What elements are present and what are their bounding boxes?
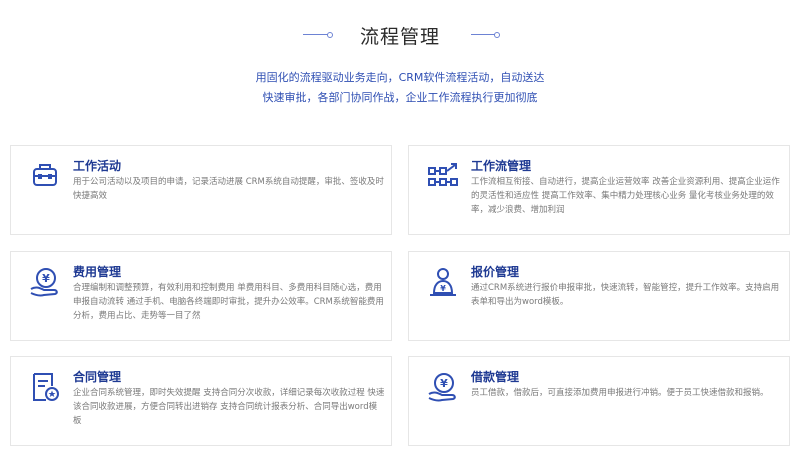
svg-text:¥: ¥ — [440, 284, 446, 293]
yen-hand-icon: ¥ — [426, 370, 460, 404]
card-contract-management[interactable]: 合同管理 企业合同系统管理，即时失效提醒 支持合同分次收款，详细记录每次收款过程… — [10, 356, 392, 446]
card-title: 报价管理 — [471, 265, 520, 279]
card-work-activity[interactable]: 工作活动 用于公司活动以及项目的申请，记录活动进展 CRM系统自动提醒，审批、签… — [10, 145, 392, 235]
section-header: 流程管理 — [0, 22, 800, 52]
card-title: 合同管理 — [73, 370, 122, 384]
card-quote-management[interactable]: ¥ 报价管理 通过CRM系统进行报价申报审批，快速流转，智能管控，提升工作效率。… — [408, 251, 790, 341]
process-management-section: 流程管理 用固化的流程驱动业务走向，CRM软件流程活动，自动送达 快速审批，各部… — [0, 0, 800, 472]
card-workflow-management[interactable]: 工作流管理 工作流相互衔接、自动进行，提高企业运营效率 改善企业资源利用、提高企… — [408, 145, 790, 235]
card-description: 合理编制和调整预算，有效利用和控制费用 单费用科目、多费用科目随心选，费用申报自… — [73, 283, 384, 321]
section-title: 流程管理 — [359, 26, 440, 48]
quote-person-icon: ¥ — [426, 265, 460, 299]
card-loan-management[interactable]: ¥ 借款管理 员工借款，借款后，可直接添加费用申报进行冲销。便于员工快速借款和报… — [408, 356, 790, 446]
contract-icon — [28, 370, 62, 404]
card-description: 企业合同系统管理，即时失效提醒 支持合同分次收款，详细记录每次收款过程 快速该合… — [73, 388, 385, 426]
svg-text:¥: ¥ — [42, 272, 50, 285]
svg-text:¥: ¥ — [440, 377, 448, 390]
card-title: 费用管理 — [73, 265, 122, 279]
workflow-icon — [426, 159, 460, 193]
card-description: 通过CRM系统进行报价申报审批，快速流转，智能管控，提升工作效率。支持启用表单和… — [471, 283, 780, 307]
card-expense-management[interactable]: ¥ 费用管理 合理编制和调整预算，有效利用和控制费用 单费用科目、多费用科目随心… — [10, 251, 392, 341]
title-decoration-dot-right — [494, 32, 500, 38]
section-subtitle-line2: 快速审批，各部门协同作战，企业工作流程执行更加彻底 — [262, 91, 538, 104]
card-title: 工作流管理 — [471, 159, 532, 173]
card-title: 借款管理 — [471, 370, 520, 384]
toolbox-icon — [28, 159, 62, 193]
yen-hand-icon: ¥ — [28, 265, 62, 299]
card-description: 员工借款，借款后，可直接添加费用申报进行冲销。便于员工快速借款和报销。 — [471, 388, 769, 398]
card-description: 用于公司活动以及项目的申请，记录活动进展 CRM系统自动提醒，审批、签收及时快捷… — [73, 177, 384, 201]
section-subtitle-line1: 用固化的流程驱动业务走向，CRM软件流程活动，自动送达 — [255, 71, 545, 84]
card-description: 工作流相互衔接、自动进行，提高企业运营效率 改善企业资源利用、提高企业运作的灵活… — [471, 177, 780, 215]
card-title: 工作活动 — [73, 159, 122, 173]
